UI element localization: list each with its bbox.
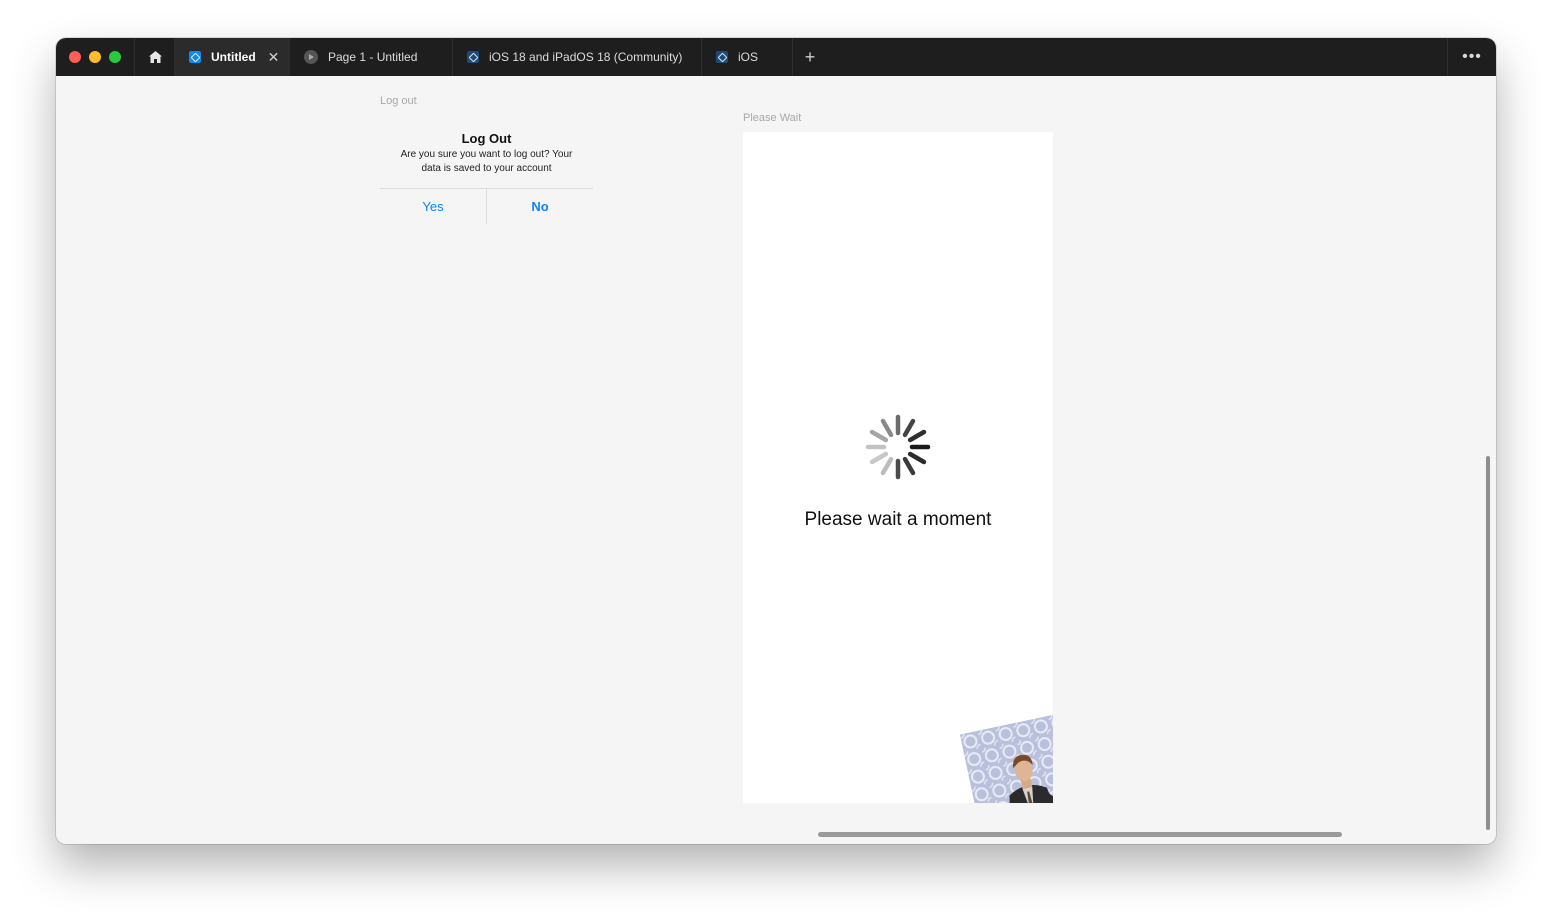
please-wait-frame[interactable]: Please wait a moment <box>743 132 1053 803</box>
tab-separator <box>1447 38 1448 76</box>
yes-button[interactable]: Yes <box>380 189 486 224</box>
figma-file-icon <box>467 51 479 63</box>
alert-message: Are you sure you want to log out? Your d… <box>400 149 573 174</box>
tab-page-1-untitled[interactable]: Page 1 - Untitled <box>290 38 452 76</box>
tab-bar: Untitled ✕ Page 1 - Untitled iOS 18 and … <box>56 38 1496 76</box>
maximize-window-button[interactable] <box>109 51 121 63</box>
tab-label: Page 1 - Untitled <box>328 50 418 64</box>
tab-label: iOS 18 and iPadOS 18 (Community) <box>489 50 683 64</box>
tab-label: Untitled <box>211 50 256 64</box>
new-tab-button[interactable]: + <box>800 38 820 76</box>
tab-label: iOS <box>738 50 759 64</box>
vertical-scrollbar[interactable] <box>1486 456 1490 830</box>
close-window-button[interactable] <box>69 51 81 63</box>
home-icon <box>148 51 162 63</box>
home-button[interactable] <box>136 38 174 76</box>
more-menu-button[interactable]: ••• <box>1462 38 1482 76</box>
person-photo-image <box>959 711 1053 803</box>
figma-file-icon <box>189 51 201 63</box>
frame-label-please-wait[interactable]: Please Wait <box>743 112 801 124</box>
horizontal-scrollbar[interactable] <box>818 832 1342 837</box>
frame-label-log-out[interactable]: Log out <box>380 95 417 107</box>
figma-file-icon <box>716 51 728 63</box>
alert-title: Log Out <box>461 131 512 146</box>
no-button[interactable]: No <box>487 189 593 224</box>
tab-untitled[interactable]: Untitled ✕ <box>175 38 290 76</box>
loading-spinner-icon <box>865 414 931 480</box>
tab-separator <box>134 38 135 76</box>
tab-ios-18-community[interactable]: iOS 18 and iPadOS 18 (Community) <box>453 38 701 76</box>
please-wait-text: Please wait a moment <box>804 509 992 530</box>
app-window: Untitled ✕ Page 1 - Untitled iOS 18 and … <box>56 38 1496 844</box>
tab-separator <box>792 38 793 76</box>
logout-alert[interactable]: Log Out Are you sure you want to log out… <box>380 126 593 224</box>
close-tab-icon[interactable]: ✕ <box>268 49 280 66</box>
tab-ios[interactable]: iOS <box>702 38 792 76</box>
minimize-window-button[interactable] <box>89 51 101 63</box>
play-icon <box>304 50 318 64</box>
